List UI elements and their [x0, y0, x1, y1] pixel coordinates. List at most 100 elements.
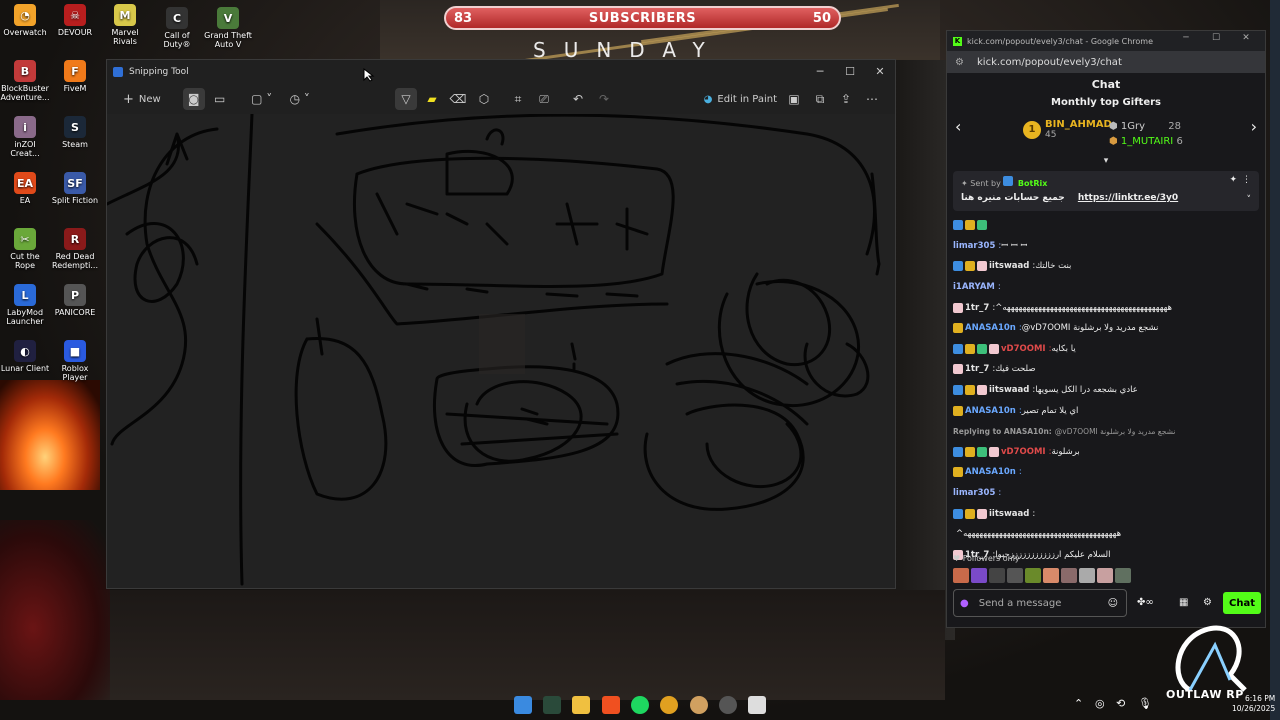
address-bar[interactable]: ⚙ kick.com/popout/evely3/chat: [947, 51, 1265, 73]
emote[interactable]: [971, 568, 987, 583]
desktop-icon[interactable]: F FiveM: [50, 60, 100, 93]
save-button[interactable]: ▣: [783, 88, 805, 110]
chat-input[interactable]: ● Send a message ☺: [953, 589, 1127, 617]
new-snip-button[interactable]: + New: [115, 88, 169, 110]
chat-username[interactable]: ANASA10n: [965, 467, 1016, 477]
chat-message[interactable]: limar305: ꟷ ꟷ ꟷ: [953, 236, 1259, 257]
chat-username[interactable]: 1tr_7: [965, 303, 989, 313]
close-button[interactable]: ✕: [1231, 33, 1261, 43]
chat-username[interactable]: limar305: [953, 488, 995, 498]
drawing-canvas[interactable]: [105, 112, 895, 588]
emote[interactable]: [1007, 568, 1023, 583]
desktop-icon[interactable]: ◐ Lunar Client: [0, 340, 50, 373]
share-button[interactable]: ⇪: [835, 88, 857, 110]
desktop-icon[interactable]: i inZOI Creat...: [0, 116, 50, 158]
chat-message[interactable]: [953, 215, 1259, 236]
chat-message[interactable]: iitswaad: عادي بشجعه درا الكل يسويها: [953, 380, 1259, 401]
chat-message[interactable]: ANASA10n: اي يلا تمام تصير: [953, 400, 1259, 421]
chat-username[interactable]: iitswaad: [989, 261, 1029, 271]
expand-gifters-icon[interactable]: ▾: [947, 157, 1265, 167]
close-button[interactable]: ✕: [865, 60, 895, 82]
snip-shape-dropdown[interactable]: ▢ ˅: [245, 88, 279, 110]
copy-button[interactable]: ⧉: [809, 88, 831, 110]
desktop-icon[interactable]: M Marvel Rivals: [100, 4, 150, 46]
maximize-button[interactable]: ☐: [1201, 33, 1231, 43]
chat-username[interactable]: Replying to ANASA10n:: [953, 427, 1052, 436]
more-icon[interactable]: ⋮: [1242, 175, 1251, 185]
reward-icon[interactable]: ✤∞: [1137, 597, 1154, 608]
snipping-tool-taskbar-icon[interactable]: [748, 696, 766, 714]
prev-arrow-icon[interactable]: ‹: [955, 117, 961, 136]
microphone-tray-icon[interactable]: 🎙: [1138, 697, 1152, 710]
chrome-icon[interactable]: [660, 696, 678, 714]
chat-username[interactable]: vD7OOMI: [1001, 447, 1046, 457]
taskbar-clock[interactable]: 6:16 PM 10/26/2025: [1232, 694, 1275, 714]
crop-button[interactable]: ⌗: [507, 88, 529, 110]
gift-icon[interactable]: ▦: [1179, 597, 1188, 608]
minimize-button[interactable]: ─: [1171, 33, 1201, 43]
chat-message[interactable]: vD7OOMI: يا بكايه: [953, 339, 1259, 360]
steam-taskbar-icon[interactable]: [719, 696, 737, 714]
minimize-button[interactable]: ─: [805, 60, 835, 82]
tray-app-icon[interactable]: ⟲: [1116, 697, 1125, 710]
tray-chevron-icon[interactable]: ⌃: [1074, 697, 1083, 710]
pinned-link[interactable]: https://linktr.ee/3y0: [1078, 193, 1178, 203]
chevron-down-icon[interactable]: ˅: [1247, 195, 1252, 205]
chat-message[interactable]: i1ARYAM:: [953, 277, 1259, 298]
emote[interactable]: [1115, 568, 1131, 583]
desktop-icon[interactable]: R Red Dead Redempti...: [50, 228, 100, 270]
spotify-icon[interactable]: [631, 696, 649, 714]
desktop-icon[interactable]: ✂ Cut the Rope: [0, 228, 50, 270]
desktop-icon[interactable]: S Steam: [50, 116, 100, 149]
emote[interactable]: [989, 568, 1005, 583]
desktop-icon[interactable]: C Call of Duty®: [152, 7, 202, 49]
next-arrow-icon[interactable]: ›: [1251, 117, 1257, 136]
chat-username[interactable]: limar305: [953, 241, 995, 251]
eraser-button[interactable]: ⌫: [447, 88, 469, 110]
emote[interactable]: [1061, 568, 1077, 583]
microphone-icon[interactable]: ●: [960, 598, 969, 609]
file-explorer-icon[interactable]: [572, 696, 590, 714]
desktop-icon[interactable]: L LabyMod Launcher: [0, 284, 50, 326]
settings-icon[interactable]: ⚙: [1203, 597, 1212, 608]
undo-button[interactable]: ↶: [567, 88, 589, 110]
desktop-icon[interactable]: B BlockBuster Adventure...: [0, 60, 50, 102]
chat-message[interactable]: vD7OOMI: برشلونة: [953, 442, 1259, 463]
emote[interactable]: [1025, 568, 1041, 583]
chat-username[interactable]: vD7OOMI: [1001, 344, 1046, 354]
desktop-icon[interactable]: ◔ Overwatch: [0, 4, 50, 37]
brave-icon[interactable]: [602, 696, 620, 714]
desktop-icon[interactable]: P PANICORE: [50, 284, 100, 317]
start-button[interactable]: [514, 696, 532, 714]
chat-username[interactable]: ANASA10n: [965, 323, 1016, 333]
taskbar-app[interactable]: [543, 696, 561, 714]
desktop-icon[interactable]: ☠ DEVOUR: [50, 4, 100, 37]
chat-message[interactable]: 1tr_7: صلحت فيك: [953, 359, 1259, 380]
redo-button[interactable]: ↷: [593, 88, 615, 110]
snipping-tool-titlebar[interactable]: Snipping Tool ─ ☐ ✕: [107, 60, 895, 84]
chat-message[interactable]: ^ههههههههههههههههههههههههههههههههههههههه…: [953, 524, 1259, 545]
chat-username[interactable]: iitswaad: [989, 509, 1029, 519]
more-options-button[interactable]: ⋯: [861, 88, 883, 110]
video-mode-button[interactable]: ▭: [209, 88, 231, 110]
chat-username[interactable]: ANASA10n: [965, 406, 1016, 416]
chrome-titlebar[interactable]: K kick.com/popout/evely3/chat - Google C…: [947, 31, 1265, 51]
chat-message[interactable]: ANASA10n: @vD7OOMI نشجع مدريد ولا برشلون…: [953, 318, 1259, 339]
shapes-button[interactable]: ⬡: [473, 88, 495, 110]
maximize-button[interactable]: ☐: [835, 60, 865, 82]
text-actions-button[interactable]: ⎚: [533, 88, 555, 110]
screenshot-mode-button[interactable]: ◙: [182, 88, 205, 110]
chat-message[interactable]: iitswaad: بنت خالتك: [953, 256, 1259, 277]
unpin-icon[interactable]: ✦: [1229, 175, 1237, 185]
chat-message[interactable]: ANASA10n:: [953, 462, 1259, 483]
chat-message[interactable]: limar305:: [953, 483, 1259, 504]
desktop-icon[interactable]: EA EA: [0, 172, 50, 205]
delay-dropdown[interactable]: ◷ ˅: [283, 88, 317, 110]
chat-username[interactable]: i1ARYAM: [953, 282, 995, 292]
chat-message[interactable]: 1tr_7: ^هههههههههههههههههههههههههههههههه…: [953, 297, 1259, 318]
site-info-icon[interactable]: ⚙: [955, 57, 965, 68]
emoji-icon[interactable]: ☺: [1108, 598, 1118, 609]
chat-username[interactable]: iitswaad: [989, 385, 1029, 395]
emote[interactable]: [953, 568, 969, 583]
desktop-icon[interactable]: ■ Roblox Player: [50, 340, 100, 382]
